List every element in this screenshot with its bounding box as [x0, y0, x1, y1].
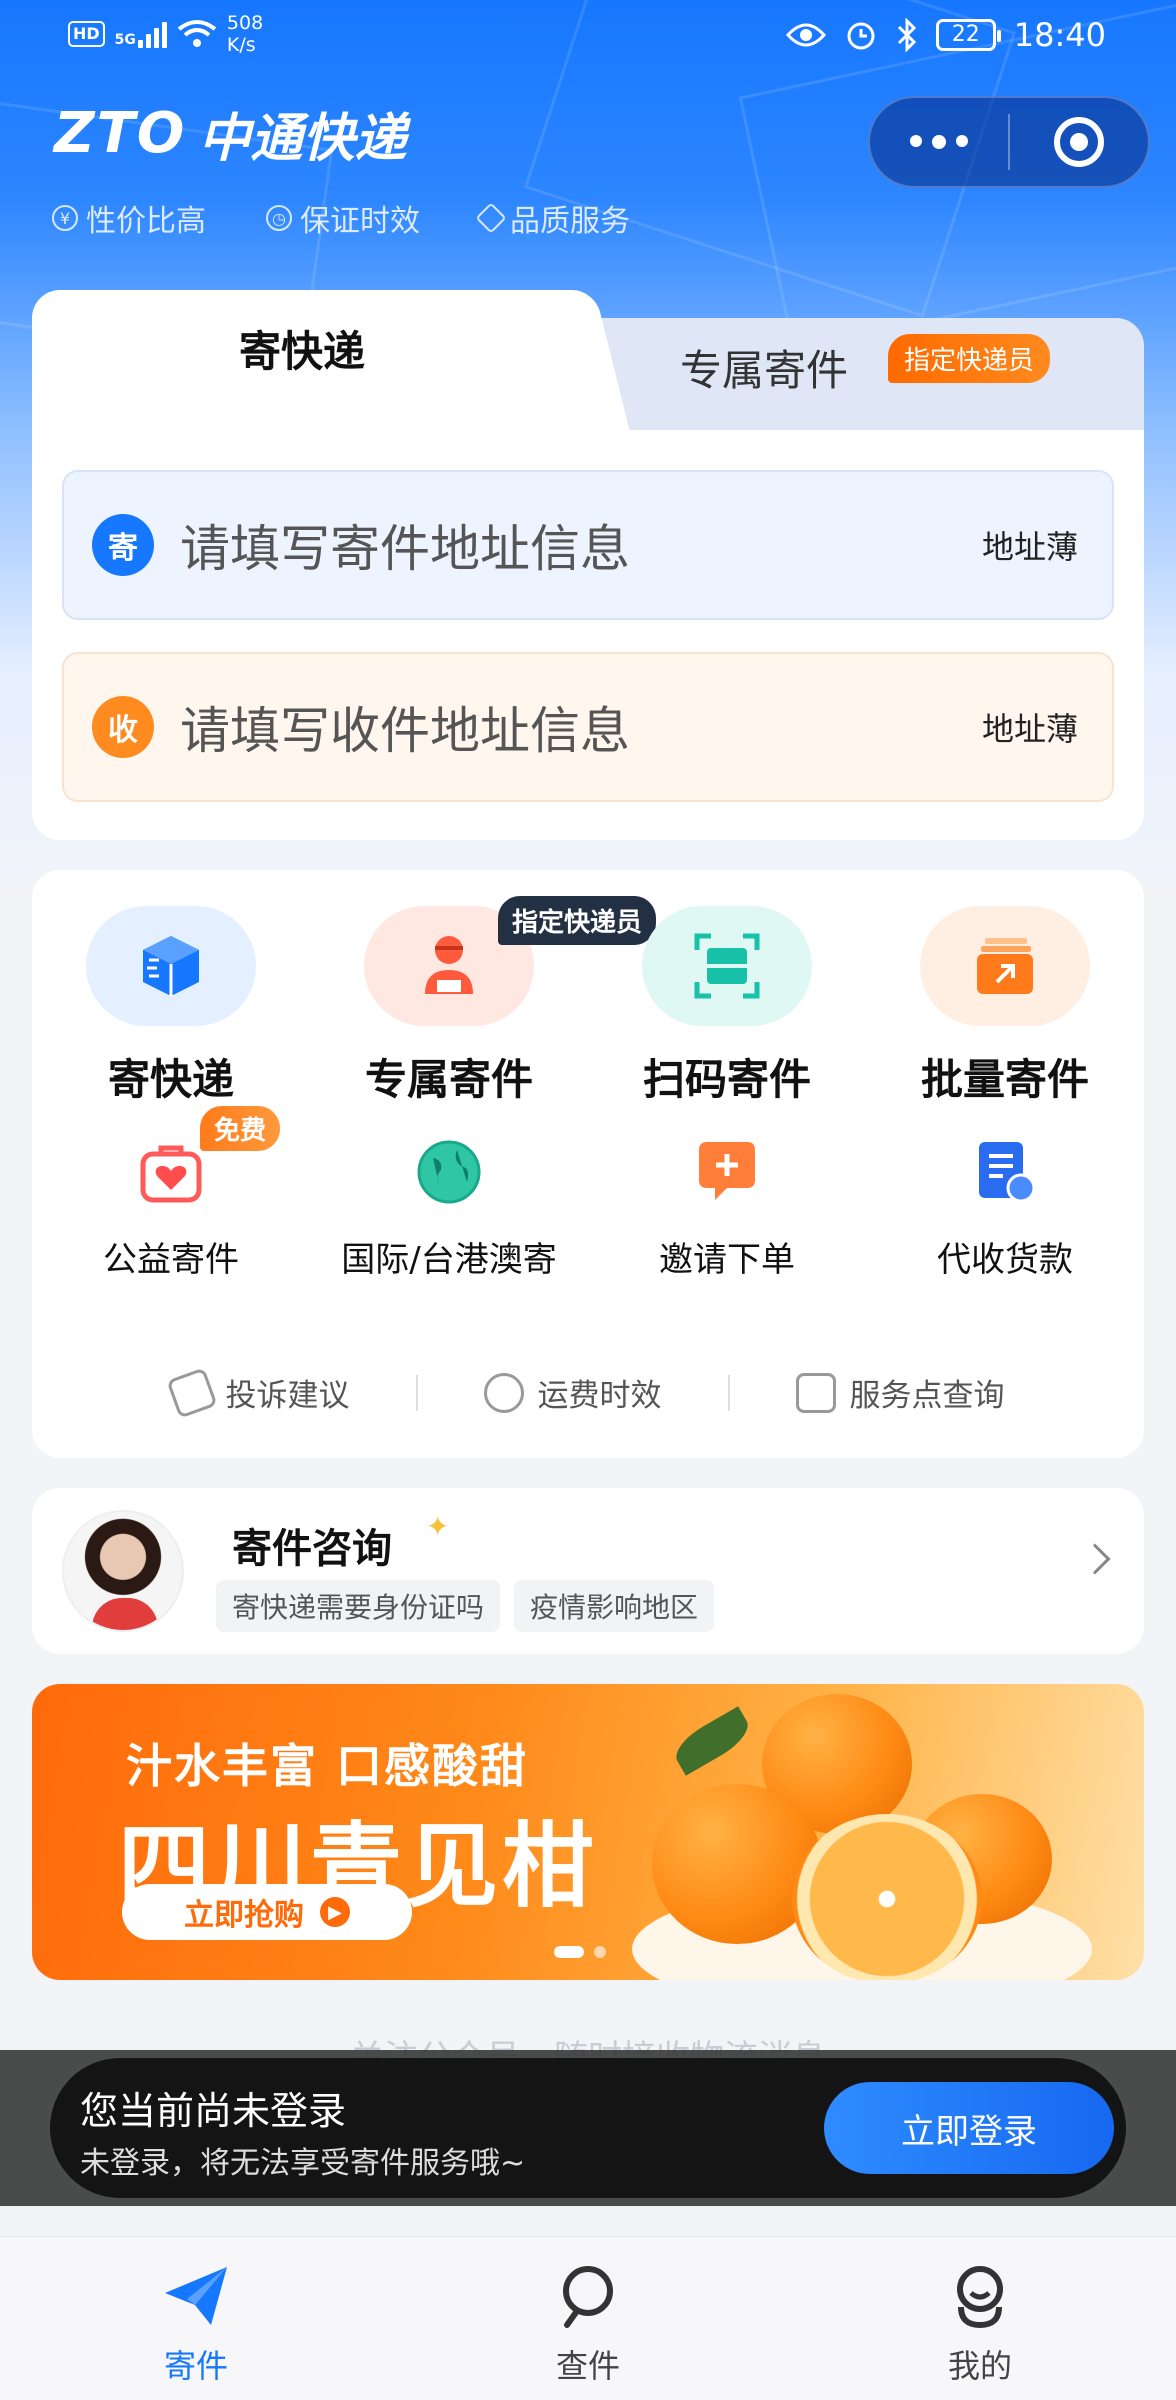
clock-icon: ◷ — [266, 205, 292, 231]
feedback-icon — [165, 1366, 218, 1419]
consult-tag-epidemic[interactable]: 疫情影响地区 — [514, 1580, 715, 1632]
promo-banner[interactable]: 汁水丰富 口感酸甜 四川青见柑 立即抢购 ▶ — [32, 1684, 1144, 1980]
tab-track[interactable]: 查件 — [392, 2237, 784, 2400]
send-plane-icon — [165, 2267, 227, 2325]
network-type: 5G — [114, 32, 136, 48]
profile-icon — [957, 2266, 1003, 2329]
receiver-address-book-link[interactable]: 地址薄 — [982, 704, 1078, 750]
wifi-icon — [177, 20, 217, 47]
sender-chip: 寄 — [92, 514, 154, 576]
batch-icon — [977, 938, 1033, 994]
service-scan-send[interactable]: 扫码寄件 — [588, 906, 866, 1107]
free-badge: 免费 — [200, 1106, 281, 1151]
feature-item: ¥ 性价比高 — [52, 196, 206, 240]
arrow-right-icon: ▶ — [320, 1897, 350, 1927]
feature-list: ¥ 性价比高 ◷ 保证时效 品质服务 — [52, 196, 630, 240]
service-international-send[interactable]: 国际/台港澳寄 — [310, 1136, 588, 1281]
services-card: 寄快递 指定快递员 专属寄件 扫码寄件 批量寄件 免费 公益寄件 国际/台港澳寄… — [32, 870, 1144, 1458]
yen-icon: ¥ — [52, 205, 78, 231]
scan-icon — [694, 933, 760, 999]
tab-send[interactable]: 寄件 — [0, 2237, 392, 2400]
cod-document-icon — [979, 1142, 1036, 1203]
consult-title: 寄件咨询 — [232, 1526, 392, 1572]
service-cash-on-delivery[interactable]: 代收货款 — [866, 1136, 1144, 1281]
login-button[interactable]: 立即登录 — [824, 2082, 1114, 2174]
consult-tag-id-card[interactable]: 寄快递需要身份证吗 — [216, 1580, 501, 1632]
service-batch-send[interactable]: 批量寄件 — [866, 906, 1144, 1107]
service-send-express[interactable]: 寄快递 — [32, 906, 310, 1107]
toast-title: 您当前尚未登录 — [80, 2089, 347, 2133]
brand-logo: ZTO 中通快递 — [54, 101, 407, 169]
clock-time: 18:40 — [1013, 16, 1106, 54]
banner-pager — [554, 1946, 606, 1958]
link-complaint[interactable]: 投诉建议 — [106, 1366, 416, 1419]
chevron-right-icon — [1079, 1543, 1111, 1575]
more-button[interactable] — [870, 98, 1008, 186]
package-icon — [143, 936, 199, 996]
service-charity-send[interactable]: 免费 公益寄件 — [32, 1106, 310, 1281]
hd-indicator: HD — [68, 21, 105, 47]
service-exclusive-send[interactable]: 指定快递员 专属寄件 — [310, 896, 657, 1107]
toast-subtitle: 未登录，将无法享受寄件服务哦~ — [80, 2146, 526, 2181]
service-point-icon — [795, 1372, 836, 1413]
charity-bag-icon — [140, 1145, 202, 1203]
receiver-placeholder: 请填写收件地址信息 — [180, 702, 630, 760]
network-speed: 508 K/s — [226, 12, 264, 56]
link-fee-timeliness[interactable]: 运费时效 — [418, 1370, 728, 1415]
service-invite-order[interactable]: 邀请下单 — [588, 1136, 866, 1281]
sender-address-field[interactable]: 寄 请填写寄件地址信息 地址薄 — [62, 470, 1114, 620]
quick-links: 投诉建议 运费时效 服务点查询 — [32, 1366, 1144, 1419]
bluetooth-icon — [897, 18, 916, 52]
diamond-icon — [475, 202, 507, 234]
send-card: 寄快递 专属寄件 指定快递员 寄 请填写寄件地址信息 地址薄 收 请填写收件地址… — [32, 290, 1144, 840]
consultant-avatar — [62, 1510, 184, 1632]
login-toast: 您当前尚未登录 未登录，将无法享受寄件服务哦~ 立即登录 — [50, 2058, 1126, 2198]
more-icon — [910, 135, 968, 149]
feature-item: 品质服务 — [475, 196, 630, 240]
sparkle-icon: ✦ — [426, 1510, 450, 1543]
buy-now-button[interactable]: 立即抢购 ▶ — [122, 1884, 412, 1940]
invite-chat-icon — [699, 1142, 755, 1200]
tab-profile[interactable]: 我的 — [784, 2237, 1176, 2400]
tab-send-express[interactable]: 寄快递 — [32, 290, 572, 430]
search-icon — [563, 2266, 613, 2328]
target-icon — [1053, 117, 1104, 167]
alarm-icon — [847, 22, 875, 50]
sender-placeholder: 请填写寄件地址信息 — [180, 520, 630, 578]
courier-icon — [425, 936, 473, 994]
eye-icon — [785, 23, 826, 47]
status-bar: HD 5G 508 K/s 22 18:40 — [0, 0, 1176, 76]
link-service-point[interactable]: 服务点查询 — [730, 1370, 1071, 1415]
receiver-address-field[interactable]: 收 请填写收件地址信息 地址薄 — [62, 652, 1114, 802]
designated-courier-badge: 指定快递员 — [887, 334, 1050, 383]
fee-clock-icon — [483, 1372, 524, 1413]
mini-program-capsule — [868, 96, 1150, 188]
signal-icon — [137, 20, 167, 48]
feature-item: ◷ 保证时效 — [266, 196, 420, 240]
globe-icon — [417, 1140, 481, 1204]
receiver-chip: 收 — [92, 696, 154, 758]
banner-subtitle: 汁水丰富 口感酸甜 — [126, 1739, 529, 1793]
sender-address-book-link[interactable]: 地址薄 — [982, 522, 1078, 568]
bottom-tab-bar: 寄件 查件 我的 — [0, 2236, 1176, 2400]
close-program-button[interactable] — [1010, 98, 1148, 186]
battery-icon: 22 — [935, 19, 1001, 51]
consult-card[interactable]: 寄件咨询 ✦ 寄快递需要身份证吗 疫情影响地区 — [32, 1488, 1144, 1654]
